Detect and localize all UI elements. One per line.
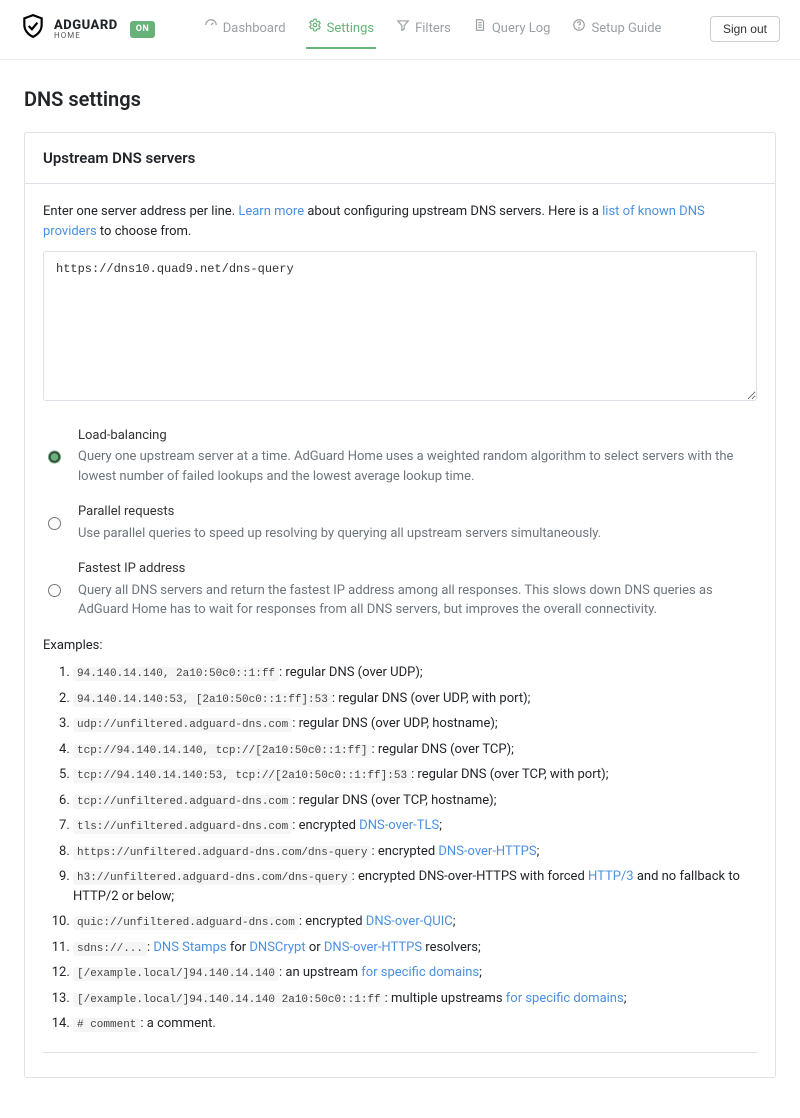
radio-input[interactable]	[48, 504, 61, 543]
radio-desc: Use parallel queries to speed up resolvi…	[78, 524, 601, 544]
nav-label: Query Log	[492, 19, 551, 39]
radio-label: Load-balancing	[78, 426, 757, 446]
examples-list: 94.140.14.140, 2a10:50c0::1:ff: regular …	[51, 663, 749, 1034]
page: DNS settings Upstream DNS servers Enter …	[0, 60, 800, 1118]
mode-fastest-ip[interactable]: Fastest IP address Query all DNS servers…	[43, 559, 757, 620]
list-item: https://unfiltered.adguard-dns.com/dns-q…	[73, 842, 749, 862]
intro-text: Enter one server address per line. Learn…	[43, 202, 757, 241]
sign-out-button[interactable]: Sign out	[710, 16, 780, 42]
document-icon	[473, 18, 487, 39]
list-item: udp://unfiltered.adguard-dns.com: regula…	[73, 714, 749, 734]
list-item: tcp://unfiltered.adguard-dns.com: regula…	[73, 791, 749, 811]
upstream-card: Upstream DNS servers Enter one server ad…	[24, 132, 776, 1078]
brand-sub: HOME	[54, 32, 118, 40]
list-item: quic://unfiltered.adguard-dns.com: encry…	[73, 912, 749, 932]
dns-over-https-link[interactable]: DNS-over-HTTPS	[324, 940, 422, 955]
gauge-icon	[204, 18, 218, 39]
nav-label: Setup Guide	[591, 19, 661, 39]
list-item: [/example.local/]94.140.14.140: an upstr…	[73, 963, 749, 983]
mode-parallel[interactable]: Parallel requests Use parallel queries t…	[43, 502, 757, 543]
funnel-icon	[396, 18, 410, 39]
status-badge: ON	[130, 21, 156, 39]
brand-name: ADGUARD	[54, 19, 118, 32]
card-title: Upstream DNS servers	[25, 133, 775, 185]
nav-label: Filters	[415, 19, 451, 39]
examples-title: Examples:	[43, 636, 757, 656]
list-item: h3://unfiltered.adguard-dns.com/dns-quer…	[73, 867, 749, 906]
specific-domains-link[interactable]: for specific domains	[361, 965, 479, 980]
nav-dashboard[interactable]: Dashboard	[202, 10, 288, 49]
radio-input[interactable]	[48, 561, 61, 620]
learn-more-link[interactable]: Learn more	[238, 204, 304, 219]
nav-query-log[interactable]: Query Log	[471, 10, 553, 49]
list-item: tcp://94.140.14.140:53, tcp://[2a10:50c0…	[73, 765, 749, 785]
main-nav: Dashboard Settings Filters Query Log Set…	[202, 10, 664, 49]
nav-settings[interactable]: Settings	[306, 10, 376, 49]
specific-domains-link[interactable]: for specific domains	[506, 991, 624, 1006]
dns-over-https-link[interactable]: DNS-over-HTTPS	[438, 844, 536, 859]
radio-label: Fastest IP address	[78, 559, 757, 579]
nav-label: Dashboard	[223, 19, 286, 39]
radio-desc: Query one upstream server at a time. AdG…	[78, 447, 757, 486]
list-item: [/example.local/]94.140.14.140 2a10:50c0…	[73, 989, 749, 1009]
nav-label: Settings	[327, 19, 374, 39]
radio-input[interactable]	[48, 428, 61, 487]
list-item: tcp://94.140.14.140, tcp://[2a10:50c0::1…	[73, 740, 749, 760]
mode-load-balancing[interactable]: Load-balancing Query one upstream server…	[43, 426, 757, 487]
dnscrypt-link[interactable]: DNSCrypt	[249, 940, 305, 955]
radio-label: Parallel requests	[78, 502, 601, 522]
page-title: DNS settings	[24, 84, 776, 114]
list-item: 94.140.14.140:53, [2a10:50c0::1:ff]:53: …	[73, 689, 749, 709]
divider	[43, 1052, 757, 1053]
nav-filters[interactable]: Filters	[394, 10, 453, 49]
gear-icon	[308, 18, 322, 39]
radio-desc: Query all DNS servers and return the fas…	[78, 581, 757, 620]
upstreams-textarea[interactable]	[43, 251, 757, 401]
help-icon	[572, 18, 586, 39]
dns-stamps-link[interactable]: DNS Stamps	[153, 940, 226, 955]
list-item: # comment: a comment.	[73, 1014, 749, 1034]
upstream-mode-group: Load-balancing Query one upstream server…	[43, 426, 757, 620]
dns-over-quic-link[interactable]: DNS-over-QUIC	[366, 914, 453, 929]
brand[interactable]: ADGUARD HOME ON	[20, 13, 155, 46]
nav-setup-guide[interactable]: Setup Guide	[570, 10, 663, 49]
list-item: 94.140.14.140, 2a10:50c0::1:ff: regular …	[73, 663, 749, 683]
http3-link[interactable]: HTTP/3	[588, 869, 634, 884]
list-item: tls://unfiltered.adguard-dns.com: encryp…	[73, 816, 749, 836]
list-item: sdns://...: DNS Stamps for DNSCrypt or D…	[73, 938, 749, 958]
app-header: ADGUARD HOME ON Dashboard Settings Filte…	[0, 0, 800, 60]
shield-icon	[20, 13, 46, 46]
dns-over-tls-link[interactable]: DNS-over-TLS	[359, 818, 439, 833]
